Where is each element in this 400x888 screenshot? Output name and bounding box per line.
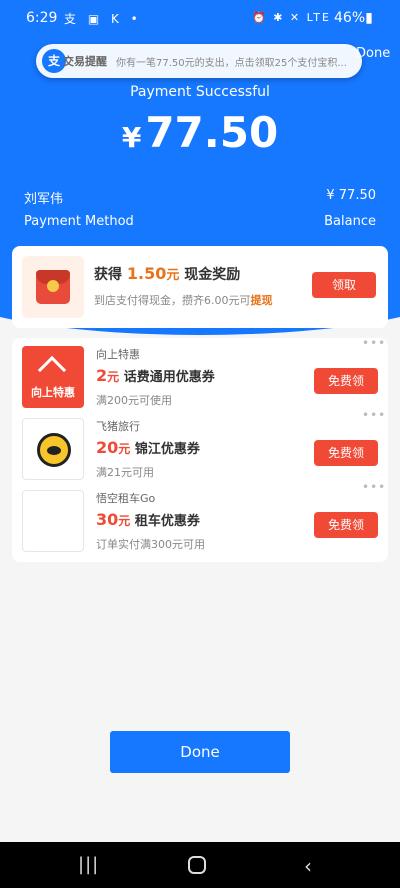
notification-banner[interactable]: 支 交易提醒 你有一笔77.50元的支出，点击领取25个支付宝积... xyxy=(36,44,362,78)
coupon-item: ••• 悟空租车Go 30元 租车优惠券 订单实付满300元可用 免费领 xyxy=(12,480,388,554)
currency-symbol: ¥ xyxy=(121,121,142,154)
home-icon[interactable] xyxy=(188,856,206,874)
coupon-item: 向上特惠 ••• 向上特惠 2元 话费通用优惠券 满200元可使用 免费领 xyxy=(12,336,388,410)
coupon-name: 租车优惠券 xyxy=(134,514,200,529)
coupon-unit: 元 xyxy=(118,514,131,528)
coupon-title: 2元 话费通用优惠券 xyxy=(96,366,215,385)
coupon-name: 话费通用优惠券 xyxy=(123,370,215,385)
claim-coupon-button[interactable]: 免费领 xyxy=(314,512,378,538)
coupon-title: 30元 租车优惠券 xyxy=(96,510,200,529)
coupon-brand: 悟空租车Go xyxy=(96,492,156,505)
coupon-item: ••• 飞猪旅行 20元 锦江优惠券 满21元可用 免费领 xyxy=(12,408,388,482)
status-time: 6:29 xyxy=(26,10,58,26)
notification-title: 交易提醒 xyxy=(63,55,107,68)
coupon-condition: 满200元可使用 xyxy=(96,394,172,407)
cash-reward-card: 获得 1.50元 现金奖励 到店支付得现金，攒齐6.00元可提现 领取 xyxy=(12,246,388,328)
done-button[interactable]: Done xyxy=(110,731,290,773)
coupon-title: 20元 锦江优惠券 xyxy=(96,438,200,457)
coupon-value: 2 xyxy=(96,366,108,385)
status-bar: 6:29 支 ▣ K • ⏰ ✱ ✕ LTE 46%▮ xyxy=(0,0,400,36)
withdraw-link[interactable]: 提现 xyxy=(251,294,273,307)
claim-coupon-button[interactable]: 免费领 xyxy=(314,368,378,394)
system-nav-bar: ||| ‹ xyxy=(0,842,400,888)
coupon-value: 30 xyxy=(96,510,119,529)
coupon-unit: 元 xyxy=(118,442,131,456)
reward-unit: 元 xyxy=(166,268,180,283)
recent-apps-icon[interactable]: ||| xyxy=(78,854,99,875)
reward-title-suffix: 现金奖励 xyxy=(184,267,241,283)
payment-method-label: Payment Method xyxy=(24,214,134,229)
reward-amount: 1.50 xyxy=(126,264,167,283)
notification-text: 你有一笔77.50元的支出，点击领取25个支付宝积... xyxy=(116,58,347,69)
status-notification-icons: 支 ▣ K • xyxy=(64,12,142,26)
amount-value: 77.50 xyxy=(145,108,279,157)
xiangshang-logo: 向上特惠 xyxy=(22,346,84,408)
more-options-icon[interactable]: ••• xyxy=(362,408,386,422)
battery-indicator: 46%▮ xyxy=(334,10,373,26)
wukong-logo xyxy=(22,490,84,552)
reward-subtitle: 到店支付得现金，攒齐6.00元可提现 xyxy=(94,292,273,308)
coupon-brand: 向上特惠 xyxy=(96,348,140,361)
coupon-name: 锦江优惠券 xyxy=(134,442,200,457)
coupons-card: 向上特惠 ••• 向上特惠 2元 话费通用优惠券 满200元可使用 免费领 ••… xyxy=(12,336,388,562)
reward-title: 获得 1.50元 现金奖励 xyxy=(94,264,240,284)
status-system-icons: ⏰ ✱ ✕ LTE xyxy=(252,11,331,24)
more-options-icon[interactable]: ••• xyxy=(362,480,386,494)
screen: 6:29 支 ▣ K • ⏰ ✱ ✕ LTE 46%▮ Done 支 交易提醒 … xyxy=(0,0,400,888)
payment-status-title: Payment Successful xyxy=(130,84,270,100)
more-options-icon[interactable]: ••• xyxy=(362,336,386,350)
reward-subtitle-text: 到店支付得现金，攒齐6.00元可 xyxy=(94,294,251,307)
claim-coupon-button[interactable]: 免费领 xyxy=(314,440,378,466)
coupon-value: 20 xyxy=(96,438,119,457)
red-envelope-icon xyxy=(22,256,84,318)
payment-amount: ¥77.50 xyxy=(0,108,400,157)
fliggy-logo xyxy=(22,418,84,480)
claim-reward-button[interactable]: 领取 xyxy=(312,272,376,298)
payee-name: 刘军伟 xyxy=(24,192,64,207)
payment-method-value: Balance xyxy=(324,214,376,229)
coupon-unit: 元 xyxy=(107,370,120,384)
payee-amount: ¥ 77.50 xyxy=(326,188,376,203)
reward-title-prefix: 获得 xyxy=(94,267,122,283)
back-icon[interactable]: ‹ xyxy=(304,854,312,878)
coupon-brand: 飞猪旅行 xyxy=(96,420,140,433)
coupon-condition: 订单实付满300元可用 xyxy=(96,538,205,551)
coupon-condition: 满21元可用 xyxy=(96,466,154,479)
